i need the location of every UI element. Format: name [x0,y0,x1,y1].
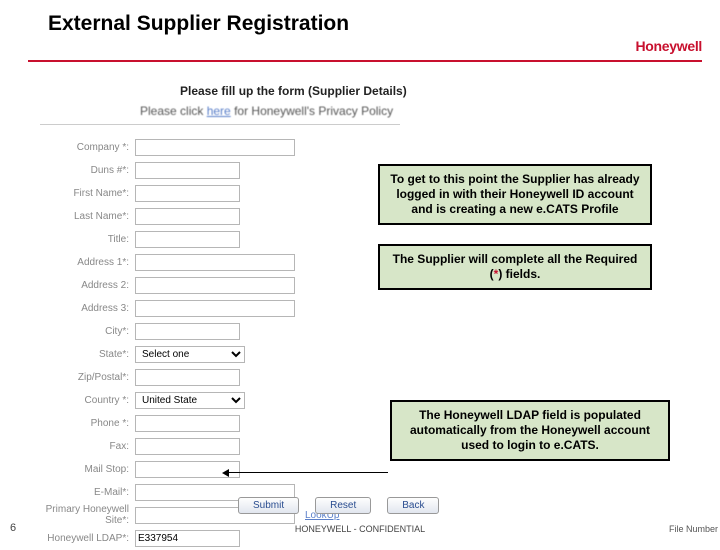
privacy-link[interactable]: here [207,104,231,118]
arrow-to-ldap [228,472,388,473]
footer-file-number: File Number [669,524,718,534]
privacy-policy-line: Please click here for Honeywell's Privac… [140,104,393,118]
callout-login-context: To get to this point the Supplier has al… [378,164,652,225]
label-zip: Zip/Postal*: [40,372,135,383]
city-field[interactable] [135,323,240,340]
title-rule [28,60,702,62]
back-button[interactable]: Back [387,497,439,514]
zip-field[interactable] [135,369,240,386]
last-name-field[interactable] [135,208,240,225]
label-address3: Address 3: [40,303,135,314]
duns-field[interactable] [135,162,240,179]
privacy-suffix: for Honeywell's Privacy Policy [231,104,393,118]
slide-title: External Supplier Registration [48,12,349,36]
state-select[interactable]: Select one [135,346,245,363]
address2-field[interactable] [135,277,295,294]
ldap-field[interactable] [135,530,240,547]
page-number: 6 [10,522,16,534]
label-address2: Address 2: [40,280,135,291]
label-first-name: First Name*: [40,188,135,199]
privacy-prefix: Please click [140,104,207,118]
form-area: Company *: Duns #*: First Name*: Last Na… [40,136,380,550]
label-mailstop: Mail Stop: [40,464,135,475]
label-email: E-Mail*: [40,487,135,498]
phone-field[interactable] [135,415,240,432]
footer-confidential: HONEYWELL - CONFIDENTIAL [295,524,425,534]
submit-button[interactable]: Submit [238,497,299,514]
form-rule [40,124,400,125]
button-row: Submit Reset Back [238,497,439,514]
label-address1: Address 1*: [40,257,135,268]
company-field[interactable] [135,139,295,156]
callout-ldap-auto: The Honeywell LDAP field is populated au… [390,400,670,461]
callout2-post: ) fields. [498,267,540,281]
label-primary-site: Primary Honeywell Site*: [40,504,135,526]
label-duns: Duns #*: [40,165,135,176]
label-last-name: Last Name*: [40,211,135,222]
address1-field[interactable] [135,254,295,271]
label-ldap: Honeywell LDAP*: [40,533,135,544]
brand-logo: Honeywell [635,38,702,54]
label-city: City*: [40,326,135,337]
reset-button[interactable]: Reset [315,497,371,514]
label-fax: Fax: [40,441,135,452]
form-heading: Please fill up the form (Supplier Detail… [180,84,407,98]
label-title: Title: [40,234,135,245]
label-country: Country *: [40,395,135,406]
title-field[interactable] [135,231,240,248]
label-phone: Phone *: [40,418,135,429]
label-company: Company *: [40,142,135,153]
callout-required-fields: The Supplier will complete all the Requi… [378,244,652,290]
address3-field[interactable] [135,300,295,317]
label-state: State*: [40,349,135,360]
fax-field[interactable] [135,438,240,455]
country-select[interactable]: United State [135,392,245,409]
first-name-field[interactable] [135,185,240,202]
